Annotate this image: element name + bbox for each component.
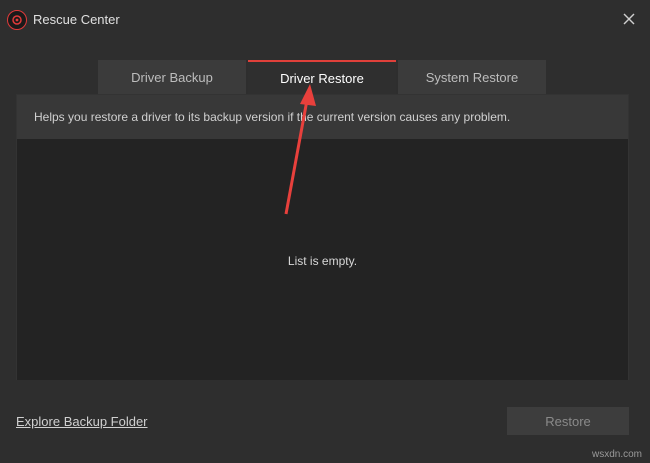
tab-driver-backup[interactable]: Driver Backup (98, 60, 246, 94)
watermark: wsxdn.com (591, 449, 642, 460)
tab-system-restore[interactable]: System Restore (398, 60, 546, 94)
app-logo-icon (7, 10, 27, 30)
info-bar: Helps you restore a driver to its backup… (17, 95, 628, 139)
empty-list-message: List is empty. (287, 254, 358, 268)
explore-backup-folder-link[interactable]: Explore Backup Folder (16, 414, 148, 429)
tab-bar: Driver Backup Driver Restore System Rest… (98, 60, 548, 95)
window-title: Rescue Center (33, 12, 120, 27)
title-bar: Rescue Center (0, 0, 650, 40)
tab-driver-restore[interactable]: Driver Restore (248, 60, 396, 95)
close-icon[interactable] (620, 10, 638, 28)
restore-button[interactable]: Restore (507, 407, 629, 435)
rescue-center-window: Rescue Center Driver Backup Driver Resto… (0, 0, 650, 463)
driver-list[interactable]: List is empty. (17, 139, 628, 380)
restore-panel: Helps you restore a driver to its backup… (16, 94, 629, 380)
